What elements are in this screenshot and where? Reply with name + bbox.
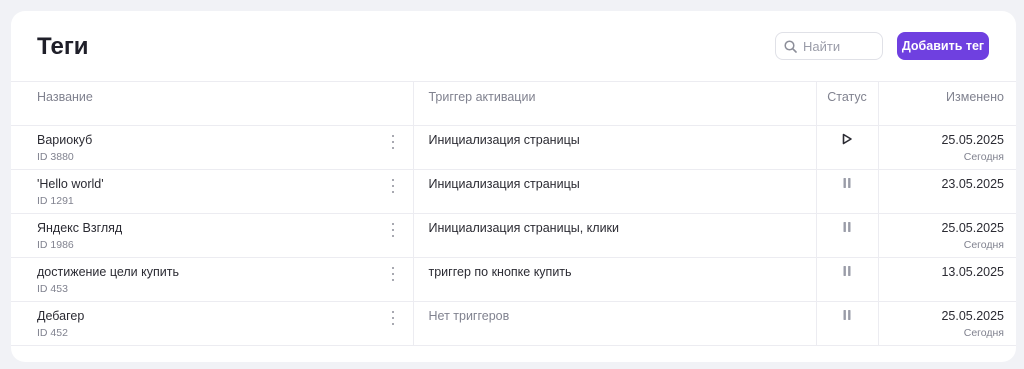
more-options-icon[interactable] bbox=[389, 179, 397, 193]
tag-id: ID 452 bbox=[37, 327, 68, 339]
modified-date: 25.05.2025 bbox=[941, 133, 1004, 147]
trigger-text: триггер по кнопке купить bbox=[428, 265, 572, 279]
cell-modified: 25.05.2025 Сегодня bbox=[878, 213, 1016, 258]
table-header-row: Название Триггер активации Статус Измене… bbox=[11, 81, 1016, 126]
page-header: Теги Добавить тег bbox=[11, 11, 1016, 81]
table-row[interactable]: достижение цели купить ID 453 триггер по к… bbox=[11, 257, 1016, 302]
modified-date: 13.05.2025 bbox=[941, 265, 1004, 279]
column-header-name[interactable]: Название bbox=[11, 81, 414, 126]
cell-name: Дебагер ID 452 bbox=[11, 301, 414, 346]
table-row[interactable]: Дебагер ID 452 Нет триггеров 25.05.2025 Сего… bbox=[11, 301, 1016, 346]
tags-card: Теги Добавить тег Название Триггер актив… bbox=[11, 11, 1016, 362]
cell-name: достижение цели купить ID 453 bbox=[11, 257, 414, 302]
cell-trigger: Инициализация страницы bbox=[413, 125, 817, 170]
search-box[interactable] bbox=[775, 32, 883, 60]
search-input[interactable] bbox=[803, 38, 873, 54]
more-options-icon[interactable] bbox=[389, 223, 397, 237]
pause-icon[interactable] bbox=[841, 221, 853, 236]
tag-id: ID 1291 bbox=[37, 195, 74, 207]
trigger-text: Нет триггеров bbox=[428, 309, 510, 323]
cell-status bbox=[816, 125, 879, 170]
search-icon bbox=[784, 39, 797, 53]
column-header-modified[interactable]: Изменено bbox=[878, 81, 1016, 126]
pause-icon[interactable] bbox=[841, 309, 853, 324]
more-options-icon[interactable] bbox=[389, 135, 397, 149]
cell-status bbox=[816, 169, 879, 214]
more-options-icon[interactable] bbox=[389, 311, 397, 325]
cell-modified: 23.05.2025 bbox=[878, 169, 1016, 214]
tag-id: ID 1986 bbox=[37, 239, 74, 251]
cell-name: 'Hello world' ID 1291 bbox=[11, 169, 414, 214]
more-options-icon[interactable] bbox=[389, 267, 397, 281]
cell-modified: 25.05.2025 Сегодня bbox=[878, 125, 1016, 170]
cell-name: Вариокуб ID 3880 bbox=[11, 125, 414, 170]
tag-id: ID 3880 bbox=[37, 151, 74, 163]
tag-name[interactable]: Вариокуб bbox=[37, 133, 413, 147]
modified-date: 23.05.2025 bbox=[941, 177, 1004, 191]
tag-name[interactable]: Дебагер bbox=[37, 309, 413, 323]
modified-relative: Сегодня bbox=[963, 151, 1004, 163]
modified-relative: Сегодня bbox=[963, 239, 1004, 251]
tag-name[interactable]: Яндекс Взгляд bbox=[37, 221, 413, 235]
trigger-text: Инициализация страницы, клики bbox=[428, 221, 620, 235]
table-row[interactable]: Вариокуб ID 3880 Инициализация страницы 25.… bbox=[11, 125, 1016, 170]
cell-trigger: Инициализация страницы, клики bbox=[413, 213, 817, 258]
page-title: Теги bbox=[37, 33, 89, 60]
column-header-trigger[interactable]: Триггер активации bbox=[413, 81, 817, 126]
modified-date: 25.05.2025 bbox=[941, 221, 1004, 235]
cell-modified: 13.05.2025 bbox=[878, 257, 1016, 302]
play-icon[interactable] bbox=[841, 133, 853, 148]
tag-name[interactable]: достижение цели купить bbox=[37, 265, 413, 279]
cell-modified: 25.05.2025 Сегодня bbox=[878, 301, 1016, 346]
cell-status bbox=[816, 301, 879, 346]
tag-id: ID 453 bbox=[37, 283, 68, 295]
trigger-text: Инициализация страницы bbox=[428, 177, 580, 191]
pause-icon[interactable] bbox=[841, 265, 853, 280]
tags-table: Название Триггер активации Статус Измене… bbox=[11, 81, 1016, 346]
cell-trigger: Нет триггеров bbox=[413, 301, 817, 346]
trigger-text: Инициализация страницы bbox=[428, 133, 580, 147]
cell-trigger: триггер по кнопке купить bbox=[413, 257, 817, 302]
cell-trigger: Инициализация страницы bbox=[413, 169, 817, 214]
table-row[interactable]: 'Hello world' ID 1291 Инициализация страни… bbox=[11, 169, 1016, 214]
table-row[interactable]: Яндекс Взгляд ID 1986 Инициализация страни… bbox=[11, 213, 1016, 258]
column-header-status[interactable]: Статус bbox=[816, 81, 879, 126]
cell-status bbox=[816, 213, 879, 258]
tag-name[interactable]: 'Hello world' bbox=[37, 177, 413, 191]
cell-status bbox=[816, 257, 879, 302]
pause-icon[interactable] bbox=[841, 177, 853, 192]
cell-name: Яндекс Взгляд ID 1986 bbox=[11, 213, 414, 258]
add-tag-button[interactable]: Добавить тег bbox=[897, 32, 989, 60]
modified-date: 25.05.2025 bbox=[941, 309, 1004, 323]
modified-relative: Сегодня bbox=[963, 327, 1004, 339]
